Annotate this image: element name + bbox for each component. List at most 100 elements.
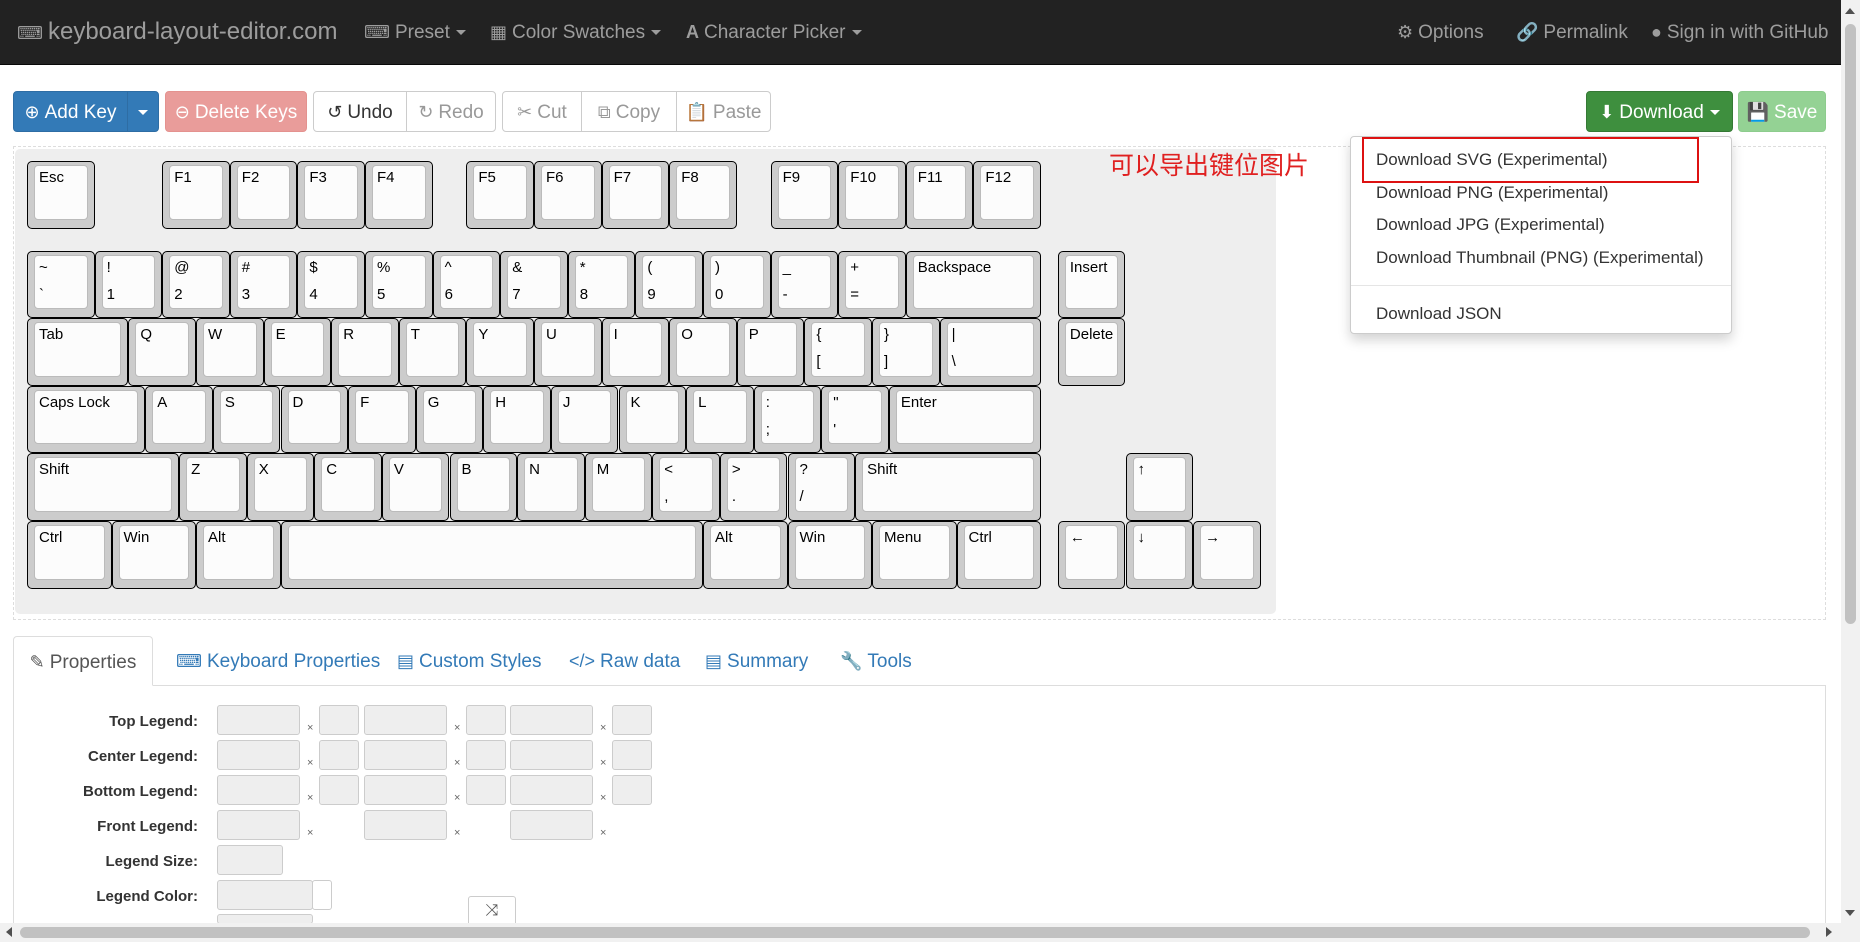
clear-icon[interactable]: × (454, 792, 460, 804)
key[interactable]: ? / (787, 453, 856, 521)
save-button[interactable]: 💾 Save (1738, 91, 1826, 132)
key[interactable]: F7 (601, 161, 670, 229)
key[interactable]: Ctrl (956, 521, 1041, 589)
tab-properties[interactable]: ✎ Properties (13, 636, 153, 686)
key[interactable]: Esc (27, 161, 95, 229)
key[interactable]: H (483, 385, 551, 454)
key[interactable]: R (331, 318, 399, 386)
undo-button[interactable]: ↺ Undo (313, 91, 407, 132)
preset-menu[interactable]: ⌨ Preset (364, 0, 466, 64)
key[interactable]: L (686, 385, 754, 454)
key[interactable]: F6 (534, 161, 602, 229)
key[interactable]: ) 0 (703, 250, 771, 319)
character-picker-menu[interactable]: A Character Picker (686, 0, 862, 64)
key[interactable]: ↓ (1125, 521, 1194, 589)
legend-text-input[interactable] (217, 740, 300, 770)
key[interactable]: → (1193, 521, 1261, 589)
download-thumbnail-item[interactable]: Download Thumbnail (PNG) (Experimental) (1351, 244, 1731, 272)
clear-icon[interactable]: × (600, 722, 606, 734)
key[interactable]: #3 (229, 250, 298, 319)
key[interactable]: Shift (855, 453, 1041, 521)
key[interactable]: G (415, 385, 484, 454)
clear-icon[interactable]: × (454, 722, 460, 734)
key[interactable]: F12 (973, 161, 1041, 229)
clear-icon[interactable]: × (307, 827, 313, 839)
key[interactable]: F5 (466, 161, 534, 229)
shuffle-button[interactable]: ⤨ (468, 896, 516, 926)
tab-custom-styles[interactable]: ▤ Custom Styles (397, 636, 542, 686)
key[interactable]: & 7 (500, 250, 568, 319)
clear-icon[interactable]: × (600, 792, 606, 804)
key[interactable]: Delete (1057, 318, 1126, 386)
tab-summary[interactable]: ▤ Summary (705, 636, 808, 686)
legend-color-input[interactable] (319, 705, 359, 735)
legend-color-input[interactable] (319, 740, 359, 770)
key[interactable]: ← (1057, 521, 1126, 589)
clear-icon[interactable]: × (454, 757, 460, 769)
key[interactable]: <, (652, 453, 720, 521)
key[interactable]: Win (787, 521, 872, 589)
legend-color-input[interactable] (466, 740, 506, 770)
brand-link[interactable]: ⌨ keyboard-layout-editor.com (17, 0, 337, 64)
add-key-button[interactable]: ⊕ Add Key (13, 91, 128, 132)
key[interactable]: B (449, 453, 518, 521)
legend-text-input[interactable] (510, 775, 593, 805)
key[interactable]: Alt (196, 521, 281, 589)
legend-text-input[interactable] (217, 810, 300, 840)
key[interactable]: _ - (770, 250, 839, 319)
legend-color-input[interactable] (612, 775, 652, 805)
key[interactable]: S (212, 385, 281, 454)
key[interactable]: >. (719, 453, 788, 521)
legend-color-input[interactable] (466, 705, 506, 735)
key[interactable]: F (348, 385, 416, 454)
key[interactable]: N (517, 453, 585, 521)
tab-raw-data[interactable]: </> Raw data (569, 636, 680, 686)
key[interactable]: F8 (669, 161, 737, 229)
key[interactable]: * 8 (567, 250, 636, 319)
legend-color-input[interactable] (217, 880, 313, 910)
key[interactable]: D (280, 385, 349, 454)
key[interactable]: | \ (939, 318, 1041, 386)
key[interactable]: F1 (162, 161, 230, 229)
download-png-item[interactable]: Download PNG (Experimental) (1351, 179, 1731, 207)
legend-color-input[interactable] (466, 775, 506, 805)
key[interactable]: Backspace (905, 250, 1041, 319)
paste-button[interactable]: 📋 Paste (676, 91, 771, 132)
key[interactable]: Enter (888, 385, 1041, 454)
legend-text-input[interactable] (217, 705, 300, 735)
key[interactable]: Y (466, 318, 534, 386)
key[interactable]: :; (753, 385, 822, 454)
download-jpg-item[interactable]: Download JPG (Experimental) (1351, 211, 1731, 239)
legend-text-input[interactable] (364, 740, 447, 770)
key[interactable] (280, 521, 703, 589)
legend-text-input[interactable] (364, 810, 447, 840)
key[interactable]: @2 (162, 250, 230, 319)
key[interactable]: K (618, 385, 687, 454)
key[interactable]: T (398, 318, 467, 386)
add-key-dropdown-toggle[interactable] (127, 91, 159, 132)
key[interactable]: F3 (297, 161, 365, 229)
legend-text-input[interactable] (510, 810, 593, 840)
key[interactable]: U (534, 318, 602, 386)
key[interactable]: Q (128, 318, 196, 386)
key[interactable]: W (196, 318, 264, 386)
key[interactable]: % 5 (365, 250, 433, 319)
key[interactable]: O (669, 318, 737, 386)
color-swatches-menu[interactable]: ▦ Color Swatches (490, 0, 662, 64)
download-button[interactable]: ⬇ Download (1586, 91, 1733, 132)
vertical-scrollbar[interactable] (1841, 0, 1860, 942)
scroll-left-arrow-icon[interactable] (6, 927, 12, 937)
redo-button[interactable]: ↻ Redo (406, 91, 496, 132)
clear-icon[interactable]: × (600, 757, 606, 769)
key[interactable]: Win (111, 521, 196, 589)
key[interactable]: $4 (297, 250, 365, 319)
clear-icon[interactable]: × (307, 757, 313, 769)
scroll-up-arrow-icon[interactable] (1845, 8, 1855, 14)
clear-icon[interactable]: × (307, 722, 313, 734)
key[interactable]: X (246, 453, 315, 521)
legend-text-input[interactable] (510, 705, 593, 735)
legend-text-input[interactable] (510, 740, 593, 770)
permalink-link[interactable]: 🔗 Permalink (1516, 0, 1628, 64)
horizontal-scrollbar[interactable] (0, 923, 1841, 942)
clear-icon[interactable]: × (454, 827, 460, 839)
